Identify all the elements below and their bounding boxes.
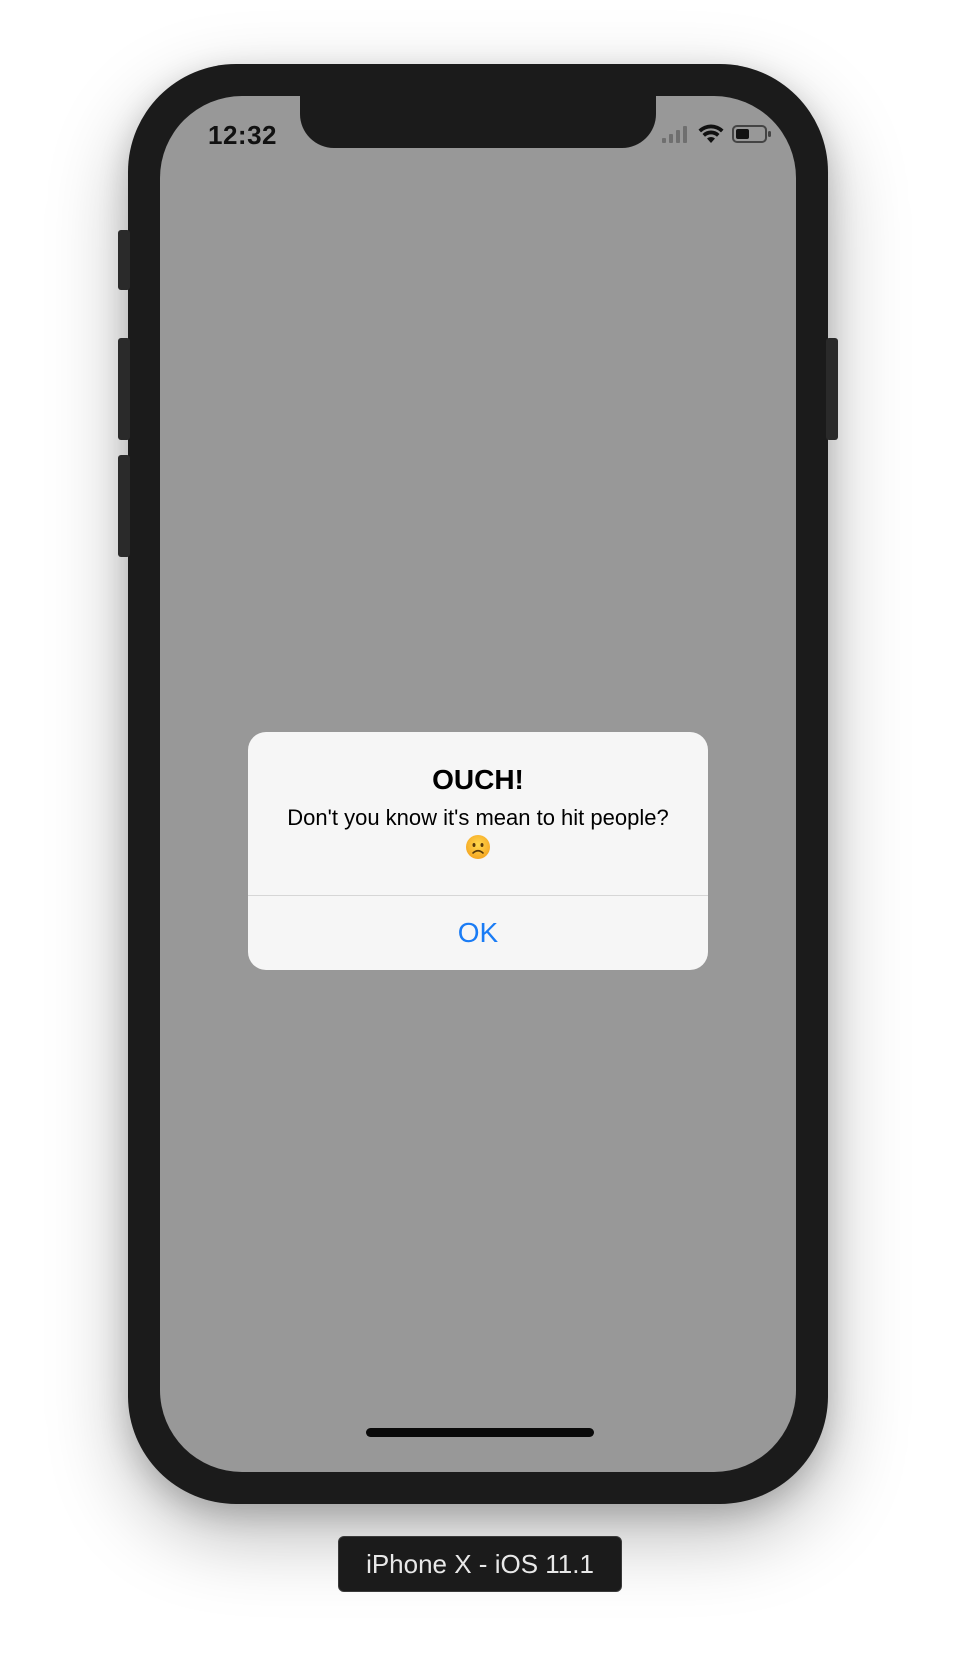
frowning-face-emoji	[466, 835, 490, 859]
status-bar-time: 12:32	[208, 120, 277, 150]
volume-down-button	[118, 455, 130, 557]
volume-up-button	[118, 338, 130, 440]
mute-switch	[118, 230, 130, 290]
status-bar-icons	[662, 122, 772, 146]
battery-icon	[732, 125, 771, 143]
side-power-button	[826, 338, 838, 440]
home-indicator[interactable]	[366, 1428, 594, 1437]
alert-dialog: OUCH! Don't you know it's mean to hit pe…	[248, 732, 708, 970]
cellular-signal-icon	[662, 126, 687, 143]
alert-message-block: Don't you know it's mean to hit people?	[258, 804, 698, 860]
alert-message: Don't you know it's mean to hit people?	[287, 805, 669, 830]
iphone-device-frame: 12:32 OUCH! Don't you know it's mean to …	[118, 64, 838, 1504]
alert-title: OUCH!	[432, 764, 524, 795]
wifi-icon	[698, 124, 724, 143]
simulator-stage: 12:32 OUCH! Don't you know it's mean to …	[0, 0, 956, 1664]
ok-button[interactable]: OK	[248, 896, 708, 970]
camera-notch	[300, 96, 656, 148]
device-label: iPhone X - iOS 11.1	[338, 1536, 622, 1592]
device-screen: 12:32 OUCH! Don't you know it's mean to …	[160, 96, 796, 1472]
